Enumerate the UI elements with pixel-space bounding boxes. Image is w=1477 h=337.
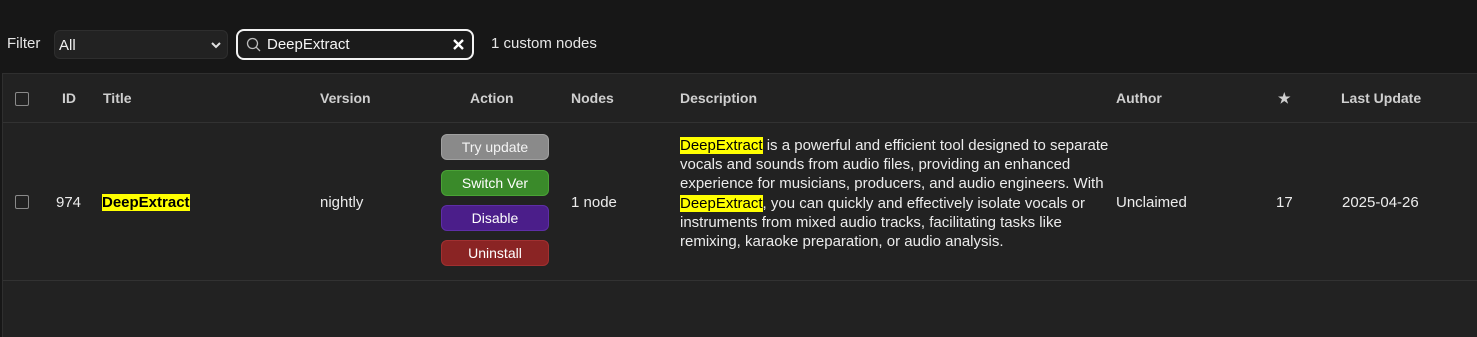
row-author: Unclaimed [1116,194,1187,211]
column-header-last-update[interactable]: Last Update [1341,90,1421,106]
disable-button[interactable]: Disable [441,205,549,231]
result-count: 1 custom nodes [491,35,597,52]
search-input[interactable]: DeepExtract [236,29,474,60]
column-header-nodes[interactable]: Nodes [571,90,614,106]
row-nodes: 1 node [571,194,617,211]
row-checkbox[interactable] [15,195,29,209]
description-highlight: DeepExtract [680,194,763,212]
row-last-update: 2025-04-26 [1342,194,1419,211]
column-header-author[interactable]: Author [1116,90,1162,106]
description-highlight: DeepExtract [680,137,763,154]
chevron-down-icon [211,42,221,49]
row-description: DeepExtract is a powerful and efficient … [680,136,1110,251]
table-header: ID Title Version Action Nodes Descriptio… [3,74,1477,123]
column-header-description[interactable]: Description [680,90,757,106]
try-update-button[interactable]: Try update [441,134,549,160]
row-version: nightly [320,194,364,211]
filter-select[interactable]: All [54,30,228,59]
row-stars: 17 [1276,194,1293,211]
column-header-title[interactable]: Title [103,90,132,106]
search-icon [246,37,261,52]
select-all-checkbox[interactable] [15,92,29,106]
column-header-id[interactable]: ID [62,90,76,106]
column-header-action[interactable]: Action [470,90,514,106]
switch-ver-button[interactable]: Switch Ver [441,170,549,196]
custom-nodes-table: ID Title Version Action Nodes Descriptio… [2,73,1477,337]
row-title-link[interactable]: DeepExtract [102,194,190,211]
toolbar: Filter All DeepExtract 1 custom nodes [0,0,1477,72]
filter-select-value: All [59,37,76,54]
row-id: 974 [56,194,82,211]
clear-icon[interactable] [452,38,465,51]
column-header-stars[interactable]: ★ [1278,90,1291,107]
filter-label: Filter [7,35,41,52]
column-header-version[interactable]: Version [320,90,371,106]
table-row: 974 DeepExtract nightly Try update Switc… [3,123,1477,281]
uninstall-button[interactable]: Uninstall [441,240,549,266]
search-input-value: DeepExtract [267,36,350,53]
